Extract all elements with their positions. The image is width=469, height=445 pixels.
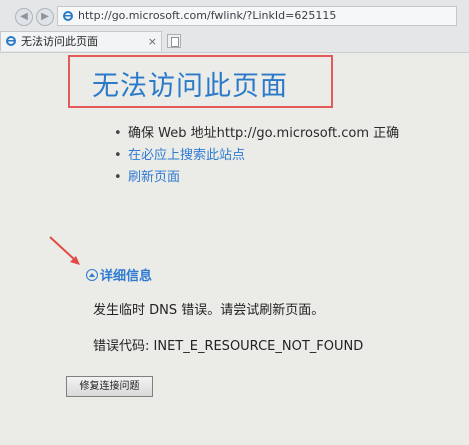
suggestion-list: 确保 Web 地址http://go.microsoft.com 正确 在必应上…	[114, 123, 399, 189]
ie-logo-icon	[63, 11, 73, 21]
address-bar[interactable]: http://go.microsoft.com/fwlink/?LinkId=6…	[57, 6, 457, 26]
collapse-up-icon[interactable]	[86, 269, 98, 281]
forward-button[interactable]: ▶	[36, 8, 54, 26]
back-arrow-icon: ◀	[20, 11, 28, 22]
repair-connection-button[interactable]: 修复连接问题	[66, 376, 153, 397]
error-message: 发生临时 DNS 错误。请尝试刷新页面。	[93, 303, 325, 318]
close-tab-icon[interactable]: ×	[148, 32, 157, 51]
tip-check-address: 确保 Web 地址http://go.microsoft.com 正确	[114, 123, 399, 145]
forward-arrow-icon: ▶	[41, 11, 49, 22]
error-code: 错误代码: INET_E_RESOURCE_NOT_FOUND	[93, 339, 364, 354]
annotation-arrow-icon	[49, 236, 80, 265]
address-url: http://go.microsoft.com/fwlink/?LinkId=6…	[78, 9, 337, 22]
tip-refresh-link[interactable]: 刷新页面	[114, 167, 399, 189]
tab-active[interactable]: 无法访问此页面 ×	[0, 31, 162, 51]
tip-search-bing-link[interactable]: 在必应上搜索此站点	[114, 145, 399, 167]
details-toggle-link[interactable]: 详细信息	[100, 265, 152, 284]
back-button[interactable]: ◀	[15, 8, 33, 26]
ie-logo-icon	[6, 36, 16, 46]
tab-title: 无法访问此页面	[21, 35, 98, 48]
page-title: 无法访问此页面	[92, 71, 288, 102]
browser-chrome: ◀ ▶ http://go.microsoft.com/fwlink/?Link…	[0, 0, 469, 53]
new-tab-button[interactable]	[167, 34, 181, 48]
